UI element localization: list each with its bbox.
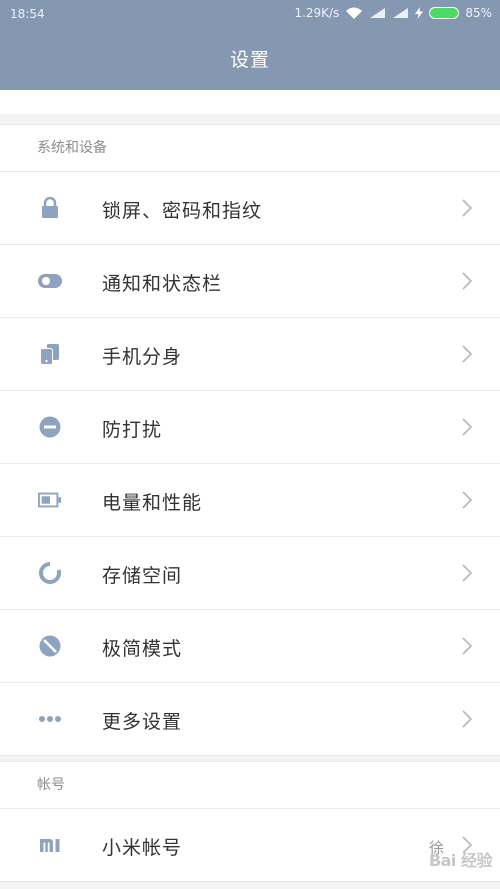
chevron-right-icon [462, 345, 473, 363]
header-spacer [0, 90, 500, 114]
page-title: 设置 [229, 49, 270, 71]
settings-item-second-space[interactable]: 手机分身 [0, 318, 500, 391]
signal-icon-2 [392, 7, 409, 19]
section-label: 帐号 [0, 762, 500, 809]
chevron-right-icon [462, 637, 473, 655]
status-right: 1.29K/s 85% [294, 6, 492, 20]
more-dots-icon [38, 707, 62, 731]
item-label: 存储空间 [102, 565, 183, 587]
battery-percent: 85% [465, 6, 492, 20]
item-label: 小米帐号 [102, 837, 183, 859]
dual-phone-icon [38, 342, 62, 366]
battery-indicator [429, 7, 460, 19]
item-label: 防打扰 [102, 419, 163, 441]
settings-item-more-settings[interactable]: 更多设置 [0, 683, 500, 755]
simple-mode-icon [38, 634, 62, 658]
settings-item-storage[interactable]: 存储空间 [0, 537, 500, 610]
mi-logo-icon [38, 833, 62, 857]
charging-icon [415, 7, 424, 19]
toggle-icon [38, 269, 62, 293]
item-label: 电量和性能 [102, 492, 203, 514]
chevron-right-icon [462, 418, 473, 436]
chevron-right-icon [462, 491, 473, 509]
chevron-right-icon [462, 564, 473, 582]
chevron-right-icon [462, 710, 473, 728]
settings-item-notifications[interactable]: 通知和状态栏 [0, 245, 500, 318]
item-label: 极简模式 [102, 638, 183, 660]
section-system-devices: 系统和设备 锁屏、密码和指纹 通知和状态栏 手机分身 防打扰 电量和性能 存储空… [0, 124, 500, 756]
do-not-disturb-icon [38, 415, 62, 439]
watermark-logo: Bai 经验 [428, 851, 493, 870]
item-label: 锁屏、密码和指纹 [102, 200, 263, 222]
settings-item-lockscreen[interactable]: 锁屏、密码和指纹 [0, 172, 500, 245]
status-bar: 18:54 1.29K/s 85% [0, 0, 500, 30]
storage-pie-icon [38, 561, 62, 585]
settings-item-do-not-disturb[interactable]: 防打扰 [0, 391, 500, 464]
lock-icon [38, 196, 62, 220]
settings-item-mi-account[interactable]: 小米帐号 徐 [0, 809, 500, 881]
chevron-right-icon [462, 272, 473, 290]
network-speed: 1.29K/s [294, 6, 340, 20]
section-gap [0, 114, 500, 124]
chevron-right-icon [462, 199, 473, 217]
section-account: 帐号 小米帐号 徐 [0, 761, 500, 882]
settings-item-battery-performance[interactable]: 电量和性能 [0, 464, 500, 537]
item-label: 手机分身 [102, 346, 183, 368]
item-label: 更多设置 [102, 711, 183, 733]
app-header: 18:54 1.29K/s 85% 设置 [0, 0, 500, 90]
section-label: 系统和设备 [0, 125, 500, 172]
item-label: 通知和状态栏 [102, 273, 223, 295]
settings-item-simple-mode[interactable]: 极简模式 [0, 610, 500, 683]
wifi-icon [345, 7, 363, 20]
signal-icon [369, 7, 386, 19]
status-time: 18:54 [10, 7, 45, 21]
battery-icon [38, 488, 62, 512]
